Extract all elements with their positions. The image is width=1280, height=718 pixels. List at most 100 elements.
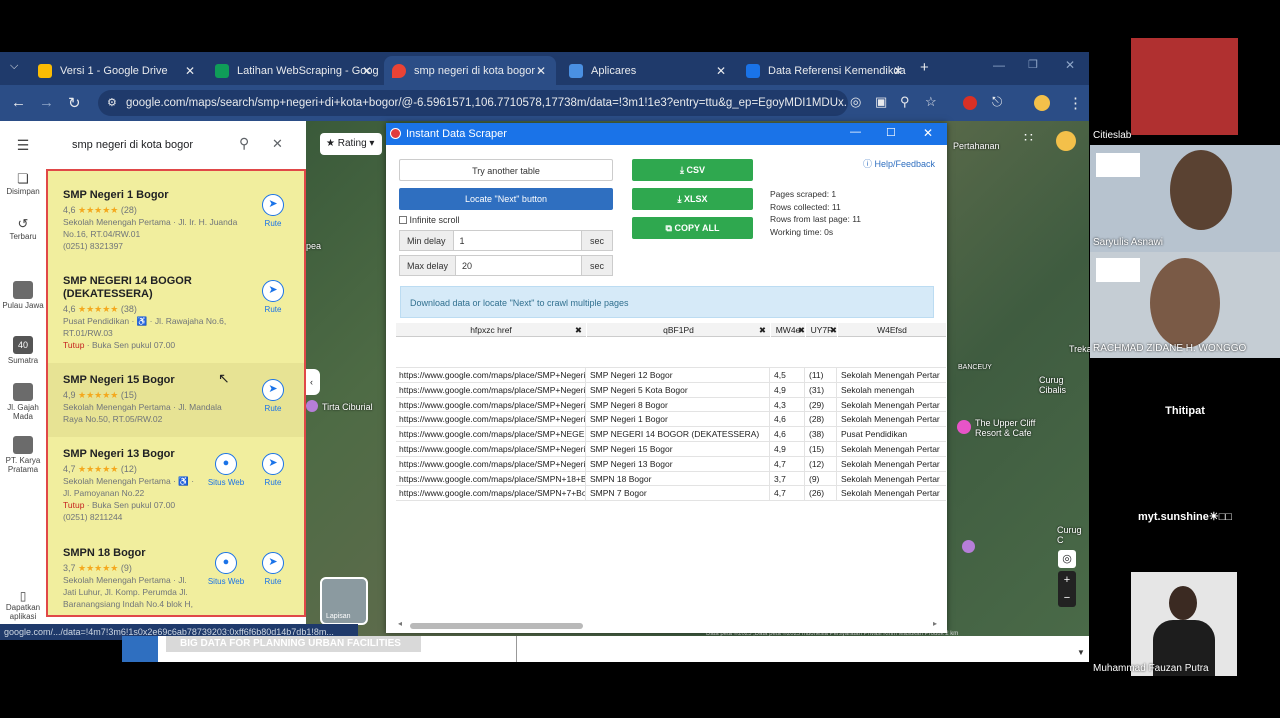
remove-column-icon[interactable]: ✖ <box>798 323 805 337</box>
place-pin-icon[interactable] <box>306 400 318 412</box>
result-name[interactable]: SMP NEGERI 14 BOGOR (DEKATESSERA) <box>63 275 213 301</box>
table-cell: https://www.google.com/maps/place/SMPN+1… <box>396 471 586 486</box>
zoom-controls[interactable]: + − <box>1058 571 1076 607</box>
column-header[interactable]: UY7F ✖ <box>806 323 837 337</box>
column-header[interactable]: hfpxzc href ✖ <box>396 323 586 337</box>
column-header[interactable]: MW4e ✖ <box>771 323 805 337</box>
min-delay-field[interactable]: Min delay 1 sec <box>399 230 613 251</box>
rail-recent[interactable]: ↺ Terbaru <box>0 216 46 241</box>
account-avatar[interactable] <box>1056 131 1076 151</box>
search-icon[interactable]: ⚲ <box>239 135 249 152</box>
review-count: (28) <box>120 205 137 215</box>
route-icon[interactable]: ➤ <box>262 379 284 401</box>
route-label[interactable]: Rute <box>253 404 293 413</box>
close-icon[interactable]: ✕ <box>362 64 372 78</box>
csv-button[interactable]: ⤓ CSV <box>632 159 753 181</box>
table-cell: https://www.google.com/maps/place/SMP+Ne… <box>396 368 586 382</box>
maximize-icon[interactable]: ☐ <box>886 126 896 139</box>
tab-search-chevron-icon[interactable]: ⌵ <box>10 60 18 73</box>
tab-data-referensi[interactable]: Data Referensi Kemendikda ✕ <box>738 56 913 85</box>
rail-item-jl-gajah-mada[interactable]: Jl. Gajah Mada <box>0 383 46 421</box>
copy-all-button[interactable]: ⧉ COPY ALL <box>632 217 753 239</box>
rail-item-sumatra[interactable]: 40 Sumatra <box>0 336 46 365</box>
tab-google-maps[interactable]: smp negeri di kota bogor - ✕ <box>384 56 556 85</box>
horizontal-scrollbar[interactable] <box>410 623 583 629</box>
close-icon[interactable]: ✕ <box>716 64 726 78</box>
install-app-icon[interactable]: ▣ <box>875 94 887 110</box>
website-globe-icon[interactable]: ● <box>215 552 237 574</box>
restore-icon[interactable]: ❐ <box>1028 58 1038 71</box>
max-delay-field[interactable]: Max delay 20 sec <box>399 255 613 276</box>
hamburger-menu-icon[interactable]: ☰ <box>0 137 46 154</box>
help-feedback-link[interactable]: ⓘ Help/Feedback <box>863 157 935 170</box>
rail-get-app[interactable]: ▯ Dapatkan aplikasi <box>0 589 46 621</box>
tab-google-drive[interactable]: Versi 1 - Google Drive ✕ <box>30 56 205 85</box>
max-delay-input[interactable]: 20 <box>455 256 581 275</box>
reload-icon[interactable]: ↻ <box>68 94 81 112</box>
search-box[interactable]: smp negeri di kota bogor ⚲ ✕ <box>56 131 296 157</box>
rail-item-pulau-jawa[interactable]: Pulau Jawa <box>0 281 46 310</box>
route-icon[interactable]: ➤ <box>262 552 284 574</box>
search-input[interactable]: smp negeri di kota bogor <box>72 139 193 151</box>
dropdown-arrow-icon[interactable]: ▼ <box>1077 648 1085 657</box>
tab-latihan-webscraping[interactable]: Latihan WebScraping - Goog ✕ <box>207 56 382 85</box>
clear-search-icon[interactable]: ✕ <box>272 136 283 152</box>
infinite-scroll-option[interactable]: Infinite scroll <box>399 215 460 225</box>
url-field[interactable]: ⚙ google.com/maps/search/smp+negeri+di+k… <box>98 90 848 116</box>
pokeball-extension-icon[interactable] <box>963 96 977 110</box>
remove-column-icon[interactable]: ✖ <box>830 323 837 337</box>
route-label[interactable]: Rute <box>253 577 293 586</box>
website-label[interactable]: Situs Web <box>206 577 246 586</box>
forward-arrow-icon[interactable]: → <box>39 94 54 111</box>
route-icon[interactable]: ➤ <box>262 194 284 216</box>
min-delay-input[interactable]: 1 <box>452 231 581 250</box>
window-close-icon[interactable]: ✕ <box>1065 58 1075 72</box>
rating-filter-chip[interactable]: ★ Rating ▾ <box>320 133 382 155</box>
menu-kebab-icon[interactable]: ⋮ <box>1068 94 1083 112</box>
minimize-icon[interactable]: — <box>850 126 861 138</box>
route-label[interactable]: Rute <box>253 305 293 314</box>
close-icon[interactable]: ✕ <box>536 64 546 78</box>
bookmark-star-icon[interactable]: ☆ <box>925 94 937 110</box>
my-location-icon[interactable]: ◎ <box>1058 550 1076 568</box>
rail-saved[interactable]: ❏ Disimpan <box>0 171 46 196</box>
extensions-puzzle-icon[interactable]: ⎋ <box>992 94 1002 110</box>
site-info-icon[interactable]: ⚙ <box>107 96 117 109</box>
collapse-panel-chevron-icon[interactable]: ‹ <box>306 369 320 395</box>
website-globe-icon[interactable]: ● <box>215 453 237 475</box>
table-row: https://www.google.com/maps/place/SMP+Ne… <box>396 382 946 398</box>
column-header[interactable]: qBF1Pd ✖ <box>587 323 770 337</box>
route-icon[interactable]: ➤ <box>262 280 284 302</box>
route-label[interactable]: Rute <box>253 478 293 487</box>
location-icon[interactable]: ◎ <box>850 94 861 110</box>
try-another-table-button[interactable]: Try another table <box>399 159 613 181</box>
new-tab-plus-icon[interactable]: + <box>920 59 929 76</box>
remove-column-icon[interactable]: ✖ <box>759 323 766 337</box>
close-icon[interactable]: ✕ <box>923 126 933 140</box>
scroll-right-icon[interactable]: ▸ <box>933 619 937 628</box>
table-cell: Sekolah Menengah Pertar <box>841 473 940 484</box>
apps-grid-icon[interactable]: ∷ <box>1024 129 1033 146</box>
scroll-left-icon[interactable]: ◂ <box>398 619 402 628</box>
place-pin-icon[interactable] <box>957 420 971 434</box>
map-label: BANCEUY <box>958 364 992 371</box>
tab-aplicares[interactable]: Aplicares ✕ <box>561 56 736 85</box>
back-arrow-icon[interactable]: ← <box>11 94 26 111</box>
close-icon[interactable]: ✕ <box>185 64 195 78</box>
remove-column-icon[interactable]: ✖ <box>575 323 582 337</box>
infinite-scroll-checkbox[interactable] <box>399 216 407 224</box>
banner-divider <box>516 636 517 662</box>
route-icon[interactable]: ➤ <box>262 453 284 475</box>
locate-next-button[interactable]: Locate "Next" button <box>399 188 613 210</box>
website-label[interactable]: Situs Web <box>206 478 246 487</box>
minimize-icon[interactable]: — <box>993 58 1005 72</box>
route-label[interactable]: Rute <box>253 219 293 228</box>
rail-item-pt-karya-pratama[interactable]: PT. Karya Pratama <box>0 436 46 474</box>
close-icon[interactable]: ✕ <box>893 64 903 78</box>
place-pin-icon[interactable] <box>962 540 975 553</box>
zoom-icon[interactable]: ⚲ <box>900 94 910 110</box>
column-header[interactable]: W4Efsd <box>838 323 946 337</box>
xlsx-button[interactable]: ⤓ XLSX <box>632 188 753 210</box>
profile-avatar[interactable] <box>1034 95 1050 111</box>
layers-button[interactable]: Lapisan <box>320 577 368 625</box>
